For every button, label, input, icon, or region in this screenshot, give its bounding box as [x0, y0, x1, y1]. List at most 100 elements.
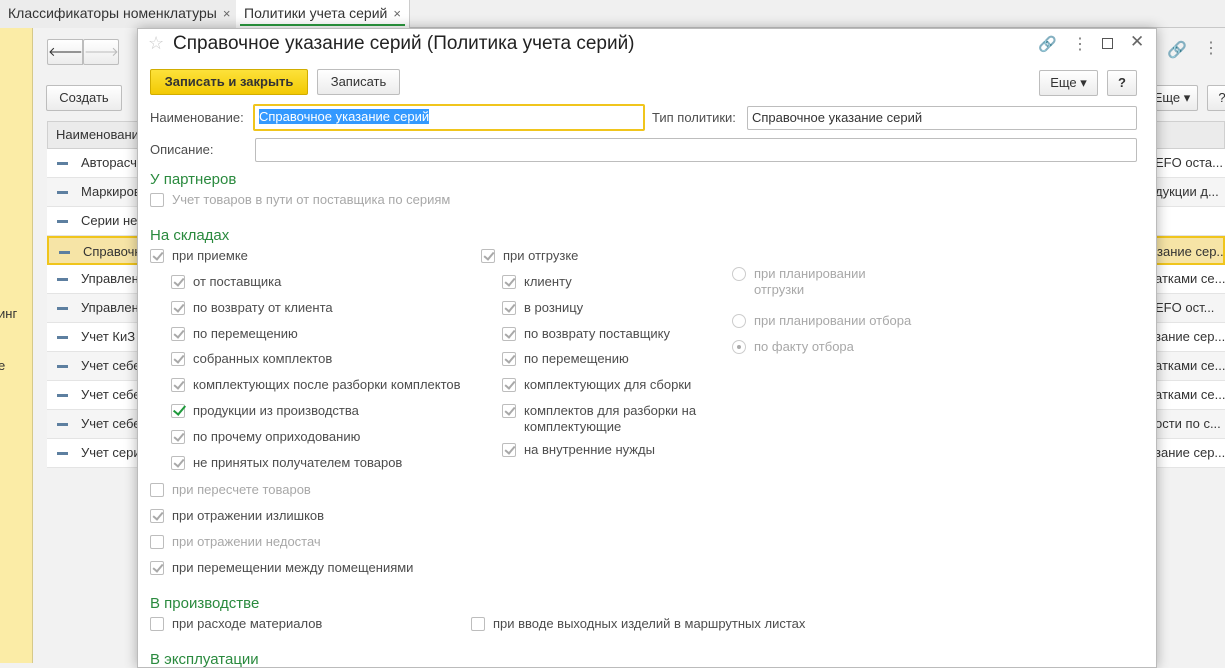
checkbox-icon[interactable]	[502, 327, 516, 341]
help-button-bg[interactable]: ?	[1207, 85, 1225, 111]
item-icon	[57, 191, 68, 194]
receipt-item-checkbox[interactable]: по перемещению	[171, 326, 298, 342]
tab-bar: Классификаторы номенклатуры × Политики уч…	[0, 0, 1225, 28]
close-icon[interactable]: ×	[393, 6, 401, 21]
row-value: зание сер...	[1155, 329, 1225, 344]
description-label: Описание:	[150, 142, 214, 157]
receipt-item-checkbox[interactable]: комплектующих после разборки комплектов	[171, 377, 461, 393]
shipment-item-checkbox[interactable]: комплектов для разборки на комплектующие	[502, 403, 702, 435]
row-value: зание сер...	[1157, 244, 1225, 259]
radio-label: при планировании отбора	[754, 313, 912, 328]
favorite-star-icon[interactable]: ☆	[148, 33, 164, 54]
type-label: Тип политики:	[652, 110, 736, 125]
row-value: ости по с...	[1155, 416, 1221, 431]
checkbox-icon[interactable]	[150, 249, 164, 263]
section-exploitation: В эксплуатации	[150, 651, 259, 668]
checkbox-icon[interactable]	[502, 301, 516, 315]
checkbox-icon[interactable]	[171, 430, 185, 444]
checkbox-icon[interactable]	[150, 509, 164, 523]
output-checkbox[interactable]: при вводе выходных изделий в маршрутных …	[471, 616, 805, 632]
checkbox-label: при перемещении между помещениями	[172, 560, 414, 575]
save-and-close-button[interactable]: Записать и закрыть	[150, 69, 308, 95]
tab-classifiers[interactable]: Классификаторы номенклатуры ×	[0, 0, 240, 28]
checkbox-icon[interactable]	[171, 352, 185, 366]
checkbox-icon[interactable]	[171, 275, 185, 289]
close-icon[interactable]: ✕	[1130, 32, 1144, 52]
checkbox-icon[interactable]	[150, 535, 164, 549]
save-button[interactable]: Записать	[317, 69, 400, 95]
checkbox-icon[interactable]	[150, 193, 164, 207]
dialog-title: Справочное указание серий (Политика учет…	[173, 33, 635, 54]
selection-mode-radio[interactable]: при планировании отгрузки	[732, 266, 892, 298]
checkbox-label: при расходе материалов	[172, 616, 323, 631]
checkbox-icon[interactable]	[150, 561, 164, 575]
maximize-icon[interactable]	[1102, 38, 1113, 49]
close-icon[interactable]: ×	[223, 6, 231, 21]
tab-series-policies[interactable]: Политики учета серий ×	[236, 0, 410, 28]
name-input[interactable]: Справочное указание серий	[253, 104, 645, 131]
radio-label: по факту отбора	[754, 339, 854, 354]
radio-icon[interactable]	[732, 314, 746, 328]
policy-type-field[interactable]: Справочное указание серий	[747, 106, 1137, 130]
checkbox-icon[interactable]	[502, 275, 516, 289]
checkbox-label: комплектующих после разборки комплектов	[193, 377, 461, 392]
receipt-item-checkbox[interactable]: не принятых получателем товаров	[171, 455, 402, 471]
receipt-item-checkbox[interactable]: по прочему оприходованию	[171, 429, 360, 445]
item-icon	[57, 423, 68, 426]
radio-label: при планировании отгрузки	[754, 266, 866, 297]
checkbox-label: по прочему оприходованию	[193, 429, 361, 444]
menu-dots-icon[interactable]: ⋮	[1203, 38, 1219, 58]
receipt-item-checkbox[interactable]: собранных комплектов	[171, 351, 332, 367]
checkbox-label: по перемещению	[193, 326, 298, 341]
item-icon	[57, 220, 68, 223]
shipment-item-checkbox[interactable]: на внутренние нужды	[502, 442, 655, 458]
recount-checkbox[interactable]: при пересчете товаров	[150, 482, 311, 498]
checkbox-icon[interactable]	[502, 443, 516, 457]
item-icon	[59, 251, 70, 254]
receipt-item-checkbox[interactable]: от поставщика	[171, 274, 281, 290]
checkbox-icon[interactable]	[502, 352, 516, 366]
link-icon[interactable]: 🔗	[1038, 35, 1057, 53]
section-production: В производстве	[150, 595, 260, 612]
more-button[interactable]: Еще ▾	[1039, 70, 1098, 96]
checkbox-icon[interactable]	[471, 617, 485, 631]
shipment-item-checkbox[interactable]: клиенту	[502, 274, 572, 290]
checkbox-icon[interactable]	[502, 404, 516, 418]
create-button[interactable]: Создать	[46, 85, 122, 111]
checkbox-icon[interactable]	[171, 327, 185, 341]
shipment-item-checkbox[interactable]: по возврату поставщику	[502, 326, 670, 342]
description-input[interactable]	[255, 138, 1137, 162]
shipment-checkbox[interactable]: при отгрузке	[481, 248, 578, 264]
selection-mode-radio[interactable]: при планировании отбора	[732, 313, 911, 329]
back-button[interactable]: 🡐	[47, 39, 83, 65]
surplus-checkbox[interactable]: при отражении излишков	[150, 508, 324, 524]
forward-button[interactable]: 🡒	[83, 39, 119, 65]
help-button[interactable]: ?	[1107, 70, 1137, 96]
shipment-item-checkbox[interactable]: в розницу	[502, 300, 583, 316]
receipt-checkbox[interactable]: при приемке	[150, 248, 248, 264]
checkbox-icon[interactable]	[171, 404, 185, 418]
checkbox-label: по возврату от клиента	[193, 300, 333, 315]
transit-checkbox[interactable]: Учет товаров в пути от поставщика по сер…	[150, 192, 450, 208]
checkbox-icon[interactable]	[502, 378, 516, 392]
radio-icon[interactable]	[732, 267, 746, 281]
checkbox-icon[interactable]	[150, 483, 164, 497]
shipment-item-checkbox[interactable]: комплектующих для сборки	[502, 377, 691, 393]
row-name: Серии не	[81, 213, 138, 228]
checkbox-icon[interactable]	[171, 301, 185, 315]
menu-dots-icon[interactable]: ⋮	[1072, 34, 1088, 54]
receipt-item-checkbox[interactable]: продукции из производства	[171, 403, 359, 419]
receipt-item-checkbox[interactable]: по возврату от клиента	[171, 300, 333, 316]
checkbox-icon[interactable]	[150, 617, 164, 631]
radio-icon[interactable]	[732, 340, 746, 354]
checkbox-icon[interactable]	[171, 378, 185, 392]
checkbox-icon[interactable]	[171, 456, 185, 470]
selection-mode-radio[interactable]: по факту отбора	[732, 339, 854, 355]
materials-checkbox[interactable]: при расходе материалов	[150, 616, 322, 632]
link-icon[interactable]: 🔗	[1167, 40, 1187, 60]
shortage-checkbox[interactable]: при отражении недостач	[150, 534, 321, 550]
between-rooms-checkbox[interactable]: при перемещении между помещениями	[150, 560, 413, 576]
shipment-item-checkbox[interactable]: по перемещению	[502, 351, 629, 367]
checkbox-label: собранных комплектов	[193, 351, 333, 366]
checkbox-icon[interactable]	[481, 249, 495, 263]
